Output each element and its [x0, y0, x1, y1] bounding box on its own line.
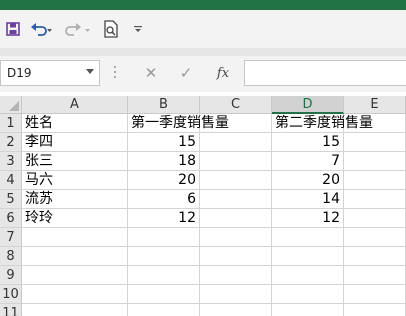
cell-d4[interactable]: 20: [272, 171, 344, 190]
cell-b5[interactable]: 6: [128, 190, 200, 209]
redo-icon[interactable]: [64, 19, 90, 39]
row-header-4[interactable]: 4: [0, 171, 22, 190]
cell-a1[interactable]: 姓名: [22, 114, 128, 133]
cell-a4[interactable]: 马六: [22, 171, 128, 190]
row-header-1[interactable]: 1: [0, 114, 22, 133]
column-header-e[interactable]: E: [344, 96, 406, 114]
cell-d3[interactable]: 7: [272, 152, 344, 171]
cell-d9[interactable]: [272, 266, 344, 285]
cell-d6[interactable]: 12: [272, 209, 344, 228]
cell-b7[interactable]: [128, 228, 200, 247]
row-header-3[interactable]: 3: [0, 152, 22, 171]
column-header-b[interactable]: B: [128, 96, 200, 114]
row-header-8[interactable]: 8: [0, 247, 22, 266]
cell-c1[interactable]: [200, 114, 272, 133]
cell-b10[interactable]: [128, 285, 200, 304]
quick-access-toolbar: [0, 10, 406, 48]
cell-d11[interactable]: [272, 304, 344, 316]
row-header-11[interactable]: 11: [0, 304, 22, 316]
name-box[interactable]: D19: [0, 60, 100, 86]
cell-d8[interactable]: [272, 247, 344, 266]
cell-b6[interactable]: 12: [128, 209, 200, 228]
row-header-2[interactable]: 2: [0, 133, 22, 152]
customize-qat-icon[interactable]: [132, 19, 144, 39]
column-header-a[interactable]: A: [22, 96, 128, 114]
cell-d1[interactable]: 第二季度销售量: [272, 114, 373, 133]
cell-d5[interactable]: 14: [272, 190, 344, 209]
cell-c8[interactable]: [200, 247, 272, 266]
row-header-7[interactable]: 7: [0, 228, 22, 247]
cell-b4[interactable]: 20: [128, 171, 200, 190]
cell-c10[interactable]: [200, 285, 272, 304]
column-header-c[interactable]: C: [200, 96, 272, 114]
title-bar: [0, 0, 406, 10]
cell-c7[interactable]: [200, 228, 272, 247]
cell-e3[interactable]: [344, 152, 406, 171]
enter-icon[interactable]: ✓: [173, 60, 199, 86]
row-header-5[interactable]: 5: [0, 190, 22, 209]
cell-a5[interactable]: 流苏: [22, 190, 128, 209]
chevron-down-icon[interactable]: [86, 69, 94, 74]
cell-d10[interactable]: [272, 285, 344, 304]
cell-c4[interactable]: [200, 171, 272, 190]
cell-e5[interactable]: [344, 190, 406, 209]
cell-c11[interactable]: [200, 304, 272, 316]
cell-e10[interactable]: [344, 285, 406, 304]
cell-a8[interactable]: [22, 247, 128, 266]
save-icon[interactable]: [4, 19, 22, 39]
cell-b8[interactable]: [128, 247, 200, 266]
row-header-9[interactable]: 9: [0, 266, 22, 285]
formula-bar: D19 ✕ ✓ fx: [0, 56, 406, 92]
cell-a10[interactable]: [22, 285, 128, 304]
cell-d2[interactable]: 15: [272, 133, 344, 152]
cell-a11[interactable]: [22, 304, 128, 316]
print-preview-icon[interactable]: [102, 19, 120, 39]
cancel-icon[interactable]: ✕: [138, 60, 164, 86]
formula-bar-grip[interactable]: [114, 66, 117, 80]
cell-a9[interactable]: [22, 266, 128, 285]
cell-c6[interactable]: [200, 209, 272, 228]
cell-a3[interactable]: 张三: [22, 152, 128, 171]
insert-function-icon[interactable]: fx: [210, 60, 236, 86]
select-all-corner[interactable]: [0, 96, 22, 114]
undo-icon[interactable]: [30, 19, 52, 39]
formula-input[interactable]: [244, 60, 406, 86]
cell-a2[interactable]: 李四: [22, 133, 128, 152]
spreadsheet-grid: A B C D E 1 姓名 第一季度销售量 第二季度销售量 2 李四 15 15 3 张三 18 7 4 马六 20…: [0, 96, 406, 316]
cell-c2[interactable]: [200, 133, 272, 152]
ribbon-collapsed-band: [0, 48, 406, 56]
cell-a6[interactable]: 玲玲: [22, 209, 128, 228]
cell-c3[interactable]: [200, 152, 272, 171]
cell-e2[interactable]: [344, 133, 406, 152]
cell-b2[interactable]: 15: [128, 133, 200, 152]
cell-e6[interactable]: [344, 209, 406, 228]
row-header-6[interactable]: 6: [0, 209, 22, 228]
cell-e11[interactable]: [344, 304, 406, 316]
cell-e9[interactable]: [344, 266, 406, 285]
cell-b3[interactable]: 18: [128, 152, 200, 171]
row-header-10[interactable]: 10: [0, 285, 22, 304]
cell-a7[interactable]: [22, 228, 128, 247]
cell-e8[interactable]: [344, 247, 406, 266]
cell-e4[interactable]: [344, 171, 406, 190]
cell-c9[interactable]: [200, 266, 272, 285]
cell-d7[interactable]: [272, 228, 344, 247]
cell-e7[interactable]: [344, 228, 406, 247]
cell-e1[interactable]: [344, 114, 406, 133]
cell-b9[interactable]: [128, 266, 200, 285]
cell-c5[interactable]: [200, 190, 272, 209]
column-header-d[interactable]: D: [272, 96, 344, 114]
cell-b1[interactable]: 第一季度销售量: [128, 114, 229, 133]
cell-b11[interactable]: [128, 304, 200, 316]
name-box-value: D19: [7, 66, 32, 80]
